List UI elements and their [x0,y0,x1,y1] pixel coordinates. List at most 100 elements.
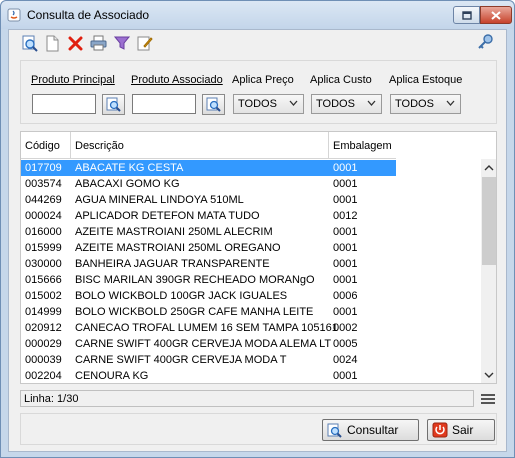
column-header-embalagem[interactable]: Embalagem [329,132,396,159]
cell-descricao: AGUA MINERAL LINDOYA 510ML [75,194,244,206]
produto-associado-search-button[interactable] [202,94,225,115]
cell-codigo: 015999 [25,242,62,254]
produto-principal-input[interactable] [32,94,96,114]
results-table: Código Descrição Embalagem 017709 ABACATE… [20,131,497,384]
cell-codigo: 020912 [25,322,62,334]
new-document-icon [46,35,59,51]
action-panel: Consultar Sair [20,413,497,445]
column-header-codigo[interactable]: Código [21,132,71,159]
cell-descricao: BOLO WICKBOLD 250GR CAFE MANHA LEITE [75,306,314,318]
cell-embalagem: 0012 [333,210,358,222]
table-row[interactable]: 017709 ABACATE KG CESTA 0001 [21,160,396,176]
toolbar-search-button[interactable] [21,34,38,52]
cell-descricao: CARNE SWIFT 400GR CERVEJA MODA T [75,354,287,366]
table-row[interactable]: 030000 BANHEIRA JAGUAR TRANSPARENTE 0001 [21,256,396,272]
aplica-preco-label: Aplica Preço [232,74,294,86]
toolbar-edit-button[interactable] [136,34,153,52]
cell-descricao: AZEITE MASTROIANI 250ML OREGANO [75,242,281,254]
consultar-button[interactable]: Consultar [322,419,419,441]
chevron-down-icon [446,100,455,106]
toolbar-delete-button[interactable] [67,34,84,52]
produto-associado-label: Produto Associado [131,74,223,86]
cell-descricao: AZEITE MASTROIANI 250ML ALECRIM [75,226,273,238]
aplica-estoque-label: Aplica Estoque [389,74,463,86]
table-row[interactable]: 002204 CENOURA KG 0001 [21,368,396,383]
search-icon [106,97,121,112]
cell-descricao: CANECAO TROFAL LUMEM 16 SEM TAMPA 105161 [75,322,338,334]
table-row[interactable]: 044269 AGUA MINERAL LINDOYA 510ML 0001 [21,192,396,208]
cell-embalagem: 0001 [333,258,358,270]
cell-embalagem: 0001 [333,242,358,254]
table-row[interactable]: 003574 ABACAXI GOMO KG 0001 [21,176,396,192]
cell-descricao: CENOURA KG [75,370,149,382]
table-row[interactable]: 000039 CARNE SWIFT 400GR CERVEJA MODA T 00… [21,352,396,368]
aplica-preco-select[interactable]: TODOS [233,94,304,114]
cell-codigo: 030000 [25,258,62,270]
cell-codigo: 014999 [25,306,62,318]
aplica-custo-label: Aplica Custo [310,74,372,86]
cell-descricao: CARNE SWIFT 400GR CERVEJA MODA ALEMA LT [75,338,332,350]
printer-icon [90,35,107,51]
produto-principal-label: Produto Principal [31,74,115,86]
cell-embalagem: 0005 [333,338,358,350]
cell-codigo: 016000 [25,226,62,238]
title-bar[interactable]: Consulta de Associado [1,1,514,29]
cell-codigo: 015002 [25,290,62,302]
cell-embalagem: 0001 [333,370,358,382]
column-header-descricao[interactable]: Descrição [71,132,329,159]
table-row[interactable]: 015666 BISC MARILAN 390GR RECHEADO MORANg… [21,272,396,288]
produto-principal-search-button[interactable] [102,94,125,115]
cell-codigo: 003574 [25,178,62,190]
search-icon [327,422,343,438]
produto-associado-input[interactable] [132,94,196,114]
toolbar-key-button[interactable] [477,33,494,51]
status-bar: Linha: 1/30 [20,390,474,407]
toolbar [21,32,153,54]
toolbar-filter-button[interactable] [113,34,130,52]
cell-codigo: 002204 [25,370,62,382]
consultar-label: Consultar [347,423,399,437]
table-row[interactable]: 015999 AZEITE MASTROIANI 250ML OREGANO 000… [21,240,396,256]
restore-button[interactable] [453,6,480,24]
cell-codigo: 000024 [25,210,62,222]
cell-embalagem: 0001 [333,178,358,190]
table-row[interactable]: 014999 BOLO WICKBOLD 250GR CAFE MANHA LEI… [21,304,396,320]
aplica-custo-select[interactable]: TODOS [311,94,382,114]
java-app-icon [7,8,21,22]
vertical-scrollbar[interactable] [481,159,496,383]
filter-panel: Produto Principal Produto Associado Apli… [20,60,497,124]
table-row[interactable]: 016000 AZEITE MASTROIANI 250ML ALECRIM 000… [21,224,396,240]
toolbar-print-button[interactable] [90,34,107,52]
edit-pencil-icon [137,36,153,51]
cell-codigo: 017709 [25,162,62,174]
cell-embalagem: 0002 [333,322,358,334]
cell-codigo: 015666 [25,274,62,286]
scrollbar-thumb[interactable] [482,177,496,265]
cell-descricao: ABACATE KG CESTA [75,162,184,174]
chevron-down-icon [289,100,298,106]
sair-button[interactable]: Sair [427,419,495,441]
chevron-down-icon [367,100,376,106]
close-button[interactable] [480,6,512,24]
table-row[interactable]: 015002 BOLO WICKBOLD 100GR JACK IGUALES 00… [21,288,396,304]
status-text: Linha: 1/30 [24,393,79,405]
cell-descricao: APLICADOR DETEFON MATA TUDO [75,210,260,222]
menu-icon[interactable] [481,393,495,405]
cell-embalagem: 0001 [333,194,358,206]
scroll-up-icon[interactable] [484,163,494,173]
cell-codigo: 000039 [25,354,62,366]
aplica-estoque-select[interactable]: TODOS [390,94,461,114]
restore-icon [461,10,472,20]
scroll-down-icon[interactable] [484,370,494,380]
cell-descricao: ABACAXI GOMO KG [75,178,180,190]
table-row[interactable]: 000024 APLICADOR DETEFON MATA TUDO 0012 [21,208,396,224]
key-icon [478,34,493,49]
client-area: Produto Principal Produto Associado Apli… [8,29,507,452]
table-row[interactable]: 020912 CANECAO TROFAL LUMEM 16 SEM TAMPA … [21,320,396,336]
toolbar-new-button[interactable] [44,34,61,52]
table-row[interactable]: 000029 CARNE SWIFT 400GR CERVEJA MODA ALE… [21,336,396,352]
cell-embalagem: 0001 [333,226,358,238]
window-title: Consulta de Associado [27,8,150,22]
cell-embalagem: 0001 [333,162,358,174]
cell-embalagem: 0006 [333,290,358,302]
